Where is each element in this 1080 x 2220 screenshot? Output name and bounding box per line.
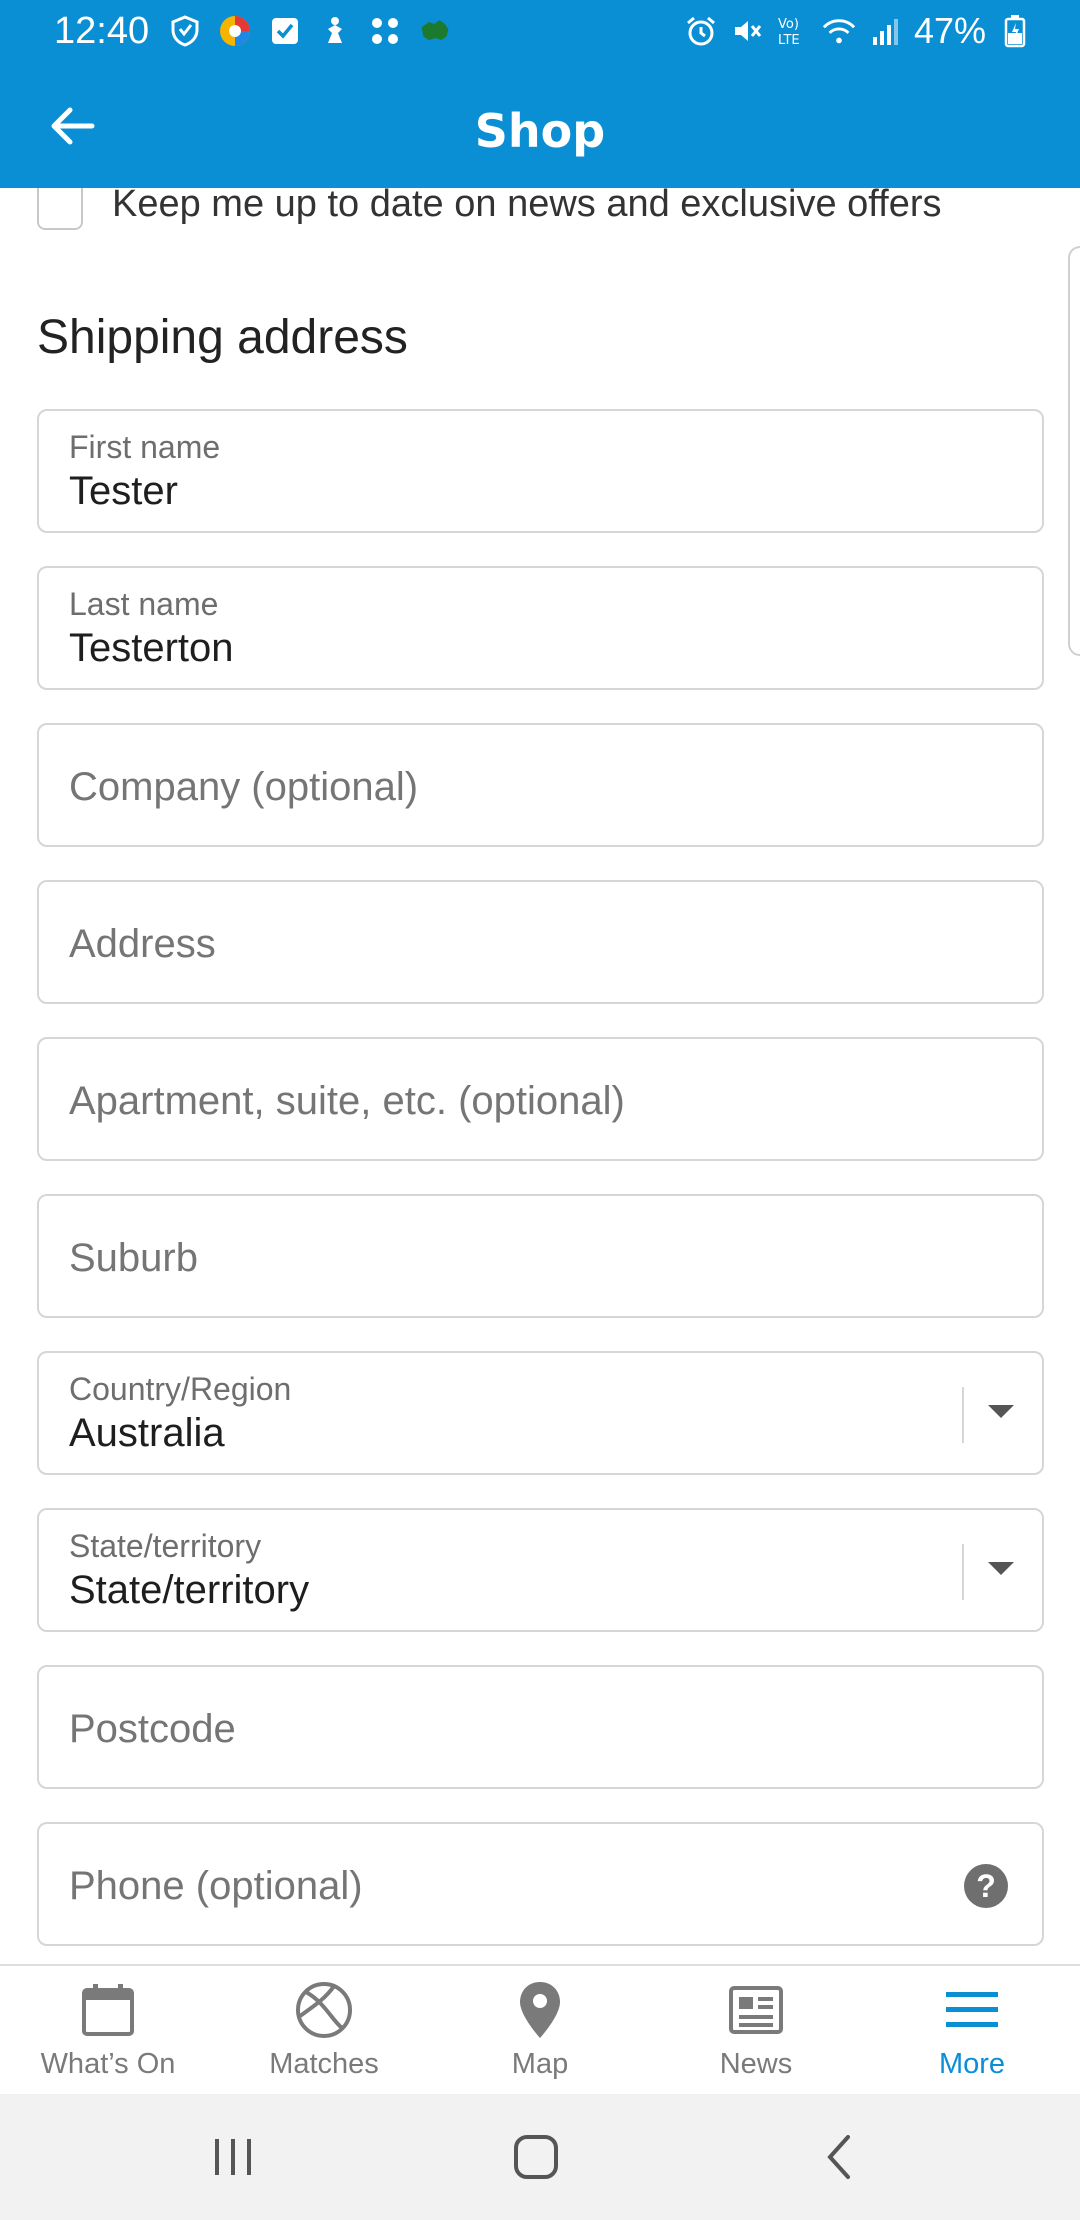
newsletter-label: Keep me up to date on news and exclusive… (112, 188, 942, 225)
page-title: Shop (474, 104, 606, 158)
apartment-field[interactable]: Apartment, suite, etc. (optional) (37, 1037, 1044, 1161)
status-bar: 12:40 Vo) LTE 47% (0, 0, 1080, 64)
first-name-label: First name (69, 429, 221, 465)
first-name-value[interactable]: Tester (69, 469, 178, 514)
country-label: Country/Region (69, 1371, 292, 1407)
suburb-placeholder: Suburb (69, 1236, 198, 1280)
suburb-field[interactable]: Suburb (37, 1194, 1044, 1318)
newsletter-checkbox[interactable] (37, 188, 83, 230)
nav-label: News (719, 2048, 793, 2080)
nav-map[interactable]: Map (432, 1966, 648, 2094)
newspaper-icon (724, 1978, 788, 2042)
chevron-down-icon[interactable] (988, 1405, 1014, 1418)
country-value: Australia (69, 1411, 225, 1455)
nav-label: What’s On (40, 2048, 176, 2080)
phone-field[interactable]: Phone (optional) ? (37, 1822, 1044, 1946)
check-icon (268, 14, 302, 48)
section-title: Shipping address (37, 311, 408, 364)
last-name-value[interactable]: Testerton (69, 626, 234, 671)
home-icon (514, 2135, 558, 2179)
postcode-field[interactable]: Postcode (37, 1665, 1044, 1789)
newsletter-option[interactable] (37, 188, 83, 230)
select-divider (962, 1544, 964, 1600)
company-field[interactable]: Company (optional) (37, 723, 1044, 847)
state-value: State/territory (69, 1568, 310, 1612)
svg-text:Vo): Vo) (778, 17, 799, 32)
home-button[interactable] (503, 2124, 569, 2190)
address-placeholder: Address (69, 922, 216, 966)
calendar-icon (76, 1978, 140, 2042)
nav-whats-on[interactable]: What’s On (0, 1966, 216, 2094)
phone-placeholder: Phone (optional) (69, 1864, 363, 1908)
system-navigation-bar (0, 2094, 1080, 2220)
dots-icon (368, 14, 402, 48)
figure-icon (318, 14, 352, 48)
company-placeholder: Company (optional) (69, 765, 419, 809)
postcode-placeholder: Postcode (69, 1707, 236, 1751)
nav-label: More (938, 2048, 1006, 2080)
nav-news[interactable]: News (648, 1966, 864, 2094)
country-select[interactable]: Country/Region Australia (37, 1351, 1044, 1475)
mute-icon (730, 14, 764, 48)
system-back-button[interactable] (806, 2124, 872, 2190)
first-name-field[interactable]: First name Tester (37, 409, 1044, 533)
menu-icon (940, 1978, 1004, 2042)
pin-icon (508, 1978, 572, 2042)
chevron-down-icon[interactable] (988, 1562, 1014, 1575)
map-icon (418, 14, 452, 48)
nav-more[interactable]: More (864, 1966, 1080, 2094)
state-select[interactable]: State/territory State/territory (37, 1508, 1044, 1632)
last-name-field[interactable]: Last name Testerton (37, 566, 1044, 690)
state-label: State/territory (69, 1528, 262, 1564)
app-bar: Shop (0, 64, 1080, 188)
checkout-form[interactable]: Keep me up to date on news and exclusive… (0, 188, 1080, 1964)
shield-icon (168, 14, 202, 48)
battery-percent: 47% (913, 10, 986, 51)
alarm-icon (684, 14, 718, 48)
select-divider (962, 1387, 964, 1443)
ball-icon (292, 1978, 356, 2042)
bottom-navigation: What’s On Matches Map News More (0, 1964, 1080, 2094)
address-field[interactable]: Address (37, 880, 1044, 1004)
side-handle (1068, 246, 1080, 656)
last-name-label: Last name (69, 586, 219, 622)
status-time: 12:40 (54, 10, 150, 52)
chevron-left-icon (827, 2135, 850, 2179)
recent-apps-button[interactable] (200, 2124, 266, 2190)
system-status: Vo) LTE 47% (684, 10, 1032, 52)
nav-matches[interactable]: Matches (216, 1966, 432, 2094)
recent-apps-icon (215, 2139, 251, 2175)
nav-label: Map (511, 2048, 569, 2080)
wifi-icon (822, 14, 856, 48)
notification-icons (168, 14, 452, 48)
nav-label: Matches (269, 2048, 379, 2080)
browser-icon (218, 14, 252, 48)
battery-icon (998, 14, 1032, 48)
help-icon[interactable]: ? (964, 1864, 1008, 1908)
volte-icon: Vo) LTE (776, 14, 810, 48)
signal-icon (868, 14, 902, 48)
svg-text:LTE: LTE (778, 33, 800, 48)
apartment-placeholder: Apartment, suite, etc. (optional) (69, 1079, 625, 1123)
